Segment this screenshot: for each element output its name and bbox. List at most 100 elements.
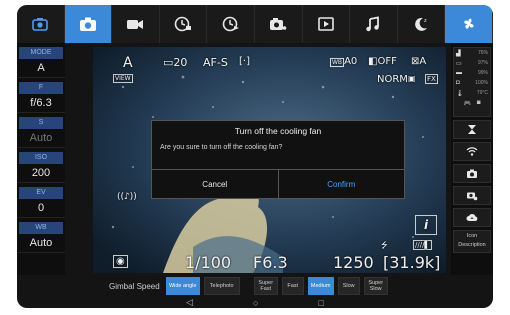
photo-camera-icon <box>79 17 96 31</box>
gimbal-super-slow-button[interactable]: Super Slow <box>363 277 388 295</box>
battery-icon: ▭ <box>456 60 462 67</box>
hyperlapse-icon <box>222 16 239 32</box>
status-panel: ▟ 76% ▭ 97% ▬ 99% ◘ 100% 🌡 79°C 🎮 ◙ Icon Descr… <box>451 43 493 275</box>
tab-sleep[interactable]: z <box>397 5 446 43</box>
signal-value: 76% <box>477 50 488 56</box>
fx-format-icon: FX <box>425 74 438 84</box>
camera-icon <box>467 169 477 178</box>
tab-music[interactable] <box>350 5 398 43</box>
temperature-icon: 🌡 <box>456 90 464 97</box>
iso-value[interactable]: 200 <box>17 164 65 183</box>
dialog-button-row: Cancel Confirm <box>152 169 404 198</box>
tab-video[interactable] <box>112 5 160 43</box>
camera-battery-value: 99% <box>477 70 488 76</box>
image-quality-indicator: NORM <box>377 74 408 85</box>
shot-count: 20 <box>173 56 188 69</box>
gimbal-slow-button[interactable]: Slow <box>337 277 360 295</box>
wb-mode-indicator: WB A0 <box>330 56 357 67</box>
dlighting-indicator: ◧OFF <box>368 56 397 67</box>
af-area-icon: [·] <box>239 56 250 67</box>
camera-battery-icon: ▬ <box>456 70 462 76</box>
icon-description-button[interactable]: Icon Description <box>453 230 491 253</box>
shutter-value[interactable]: Auto <box>17 129 65 148</box>
signal-icon: ▟ <box>456 50 461 57</box>
gimbal-wide-angle-button[interactable]: Wide angle <box>165 277 200 295</box>
camera-settings-icon <box>270 18 287 30</box>
picture-control-icon: ⊠A <box>411 56 427 67</box>
tab-timelapse[interactable] <box>159 5 208 43</box>
camera-status-icon: ◙ <box>476 100 481 106</box>
shooting-mode-indicator: A <box>123 55 133 71</box>
ev-label: EV <box>19 187 63 199</box>
cloud-upload-icon <box>466 214 478 221</box>
music-icon <box>366 16 380 32</box>
metering-icon: ◉ <box>113 255 128 268</box>
tab-photo[interactable] <box>64 5 113 43</box>
view-mode-icon: VIEW <box>113 74 133 83</box>
tab-camera-settings[interactable] <box>254 5 303 43</box>
gimbal-fast-button[interactable]: Fast <box>281 277 304 295</box>
mode-value[interactable]: A <box>17 59 65 78</box>
shutter-speed-readout: 1/100 <box>185 253 232 272</box>
tab-hyperlapse[interactable] <box>207 5 255 43</box>
tab-fan[interactable] <box>445 5 493 43</box>
gimbal-speed-label: Gimbal Speed <box>109 281 160 291</box>
focus-mode-indicator: AF-S <box>203 56 228 69</box>
info-button[interactable]: i <box>415 215 437 235</box>
vibration-reduction-icon: ((♪)) <box>117 192 137 202</box>
timelapse-icon <box>174 16 192 32</box>
recents-button[interactable]: □ <box>318 298 323 308</box>
remaining-shots-readout: [31.9k] <box>383 253 441 272</box>
back-button[interactable]: ◁ <box>186 297 193 308</box>
wifi-button[interactable] <box>453 142 491 161</box>
fan-icon <box>463 18 474 29</box>
home-button[interactable]: ○ <box>253 298 258 308</box>
gimbal-medium-button[interactable]: Medium <box>307 277 334 295</box>
video-camera-icon <box>127 20 144 29</box>
hourglass-icon <box>468 125 476 134</box>
shutter-label: S <box>19 117 63 129</box>
dialog-title: Turn off the cooling fan <box>234 126 322 136</box>
gimbal-super-fast-button[interactable]: Super Fast <box>253 277 278 295</box>
gimbal-speed-bar: Gimbal Speed Wide angle Telephoto Super … <box>17 275 493 297</box>
iso-label: ISO <box>19 152 63 164</box>
center-focus-button[interactable] <box>453 120 491 139</box>
wifi-icon <box>466 147 478 156</box>
confirm-button[interactable]: Confirm <box>277 170 405 198</box>
cloud-upload-button[interactable] <box>453 208 491 227</box>
wb-mode: A0 <box>344 56 358 67</box>
sleep-icon: z <box>415 17 428 31</box>
playback-icon <box>318 17 334 31</box>
aperture-value[interactable]: f/6.3 <box>17 94 65 113</box>
device-status-box: ▟ 76% ▭ 97% ▬ 99% ◘ 100% 🌡 79°C 🎮 ◙ <box>453 47 491 117</box>
wb-value[interactable]: Auto <box>17 234 65 253</box>
confirm-dialog: Turn off the cooling fan Are you sure to… <box>151 120 405 199</box>
temperature-value: 79°C <box>476 90 488 96</box>
camera-gear-icon <box>467 192 478 201</box>
gimbal-telephoto-button[interactable]: Telephoto <box>203 277 240 295</box>
dialog-message: Are you sure to turn off the cooling fan… <box>160 144 283 151</box>
aperture-label: F <box>19 82 63 94</box>
svg-text:z: z <box>424 18 427 24</box>
ev-value[interactable]: 0 <box>17 199 65 218</box>
camera-battery-level-icon: ////▌ <box>413 240 432 250</box>
cancel-button[interactable]: Cancel <box>152 170 278 198</box>
battery-value: 97% <box>477 60 488 66</box>
image-size-icon: ▣ <box>408 74 416 83</box>
dlighting-value: OFF <box>377 56 397 67</box>
usb-icon: ⭍ <box>381 241 388 250</box>
wb-icon: WB <box>330 58 345 67</box>
camera-settings-button[interactable] <box>453 186 491 205</box>
tab-playback[interactable] <box>302 5 351 43</box>
gamepad-icon: 🎮 <box>463 100 471 107</box>
system-nav-bar: ◁ ○ □ <box>17 297 493 308</box>
iso-readout: 1250 <box>333 253 374 272</box>
storage-icon: ◘ <box>456 80 460 86</box>
shot-count-indicator: ▭20 <box>163 56 187 69</box>
aperture-readout: F6.3 <box>253 253 288 272</box>
storage-value: 100% <box>475 80 488 86</box>
camera-button[interactable] <box>453 164 491 183</box>
tab-camera-record[interactable] <box>17 5 65 43</box>
burst-icon: ▭ <box>163 56 174 69</box>
camera-record-icon <box>32 18 49 31</box>
